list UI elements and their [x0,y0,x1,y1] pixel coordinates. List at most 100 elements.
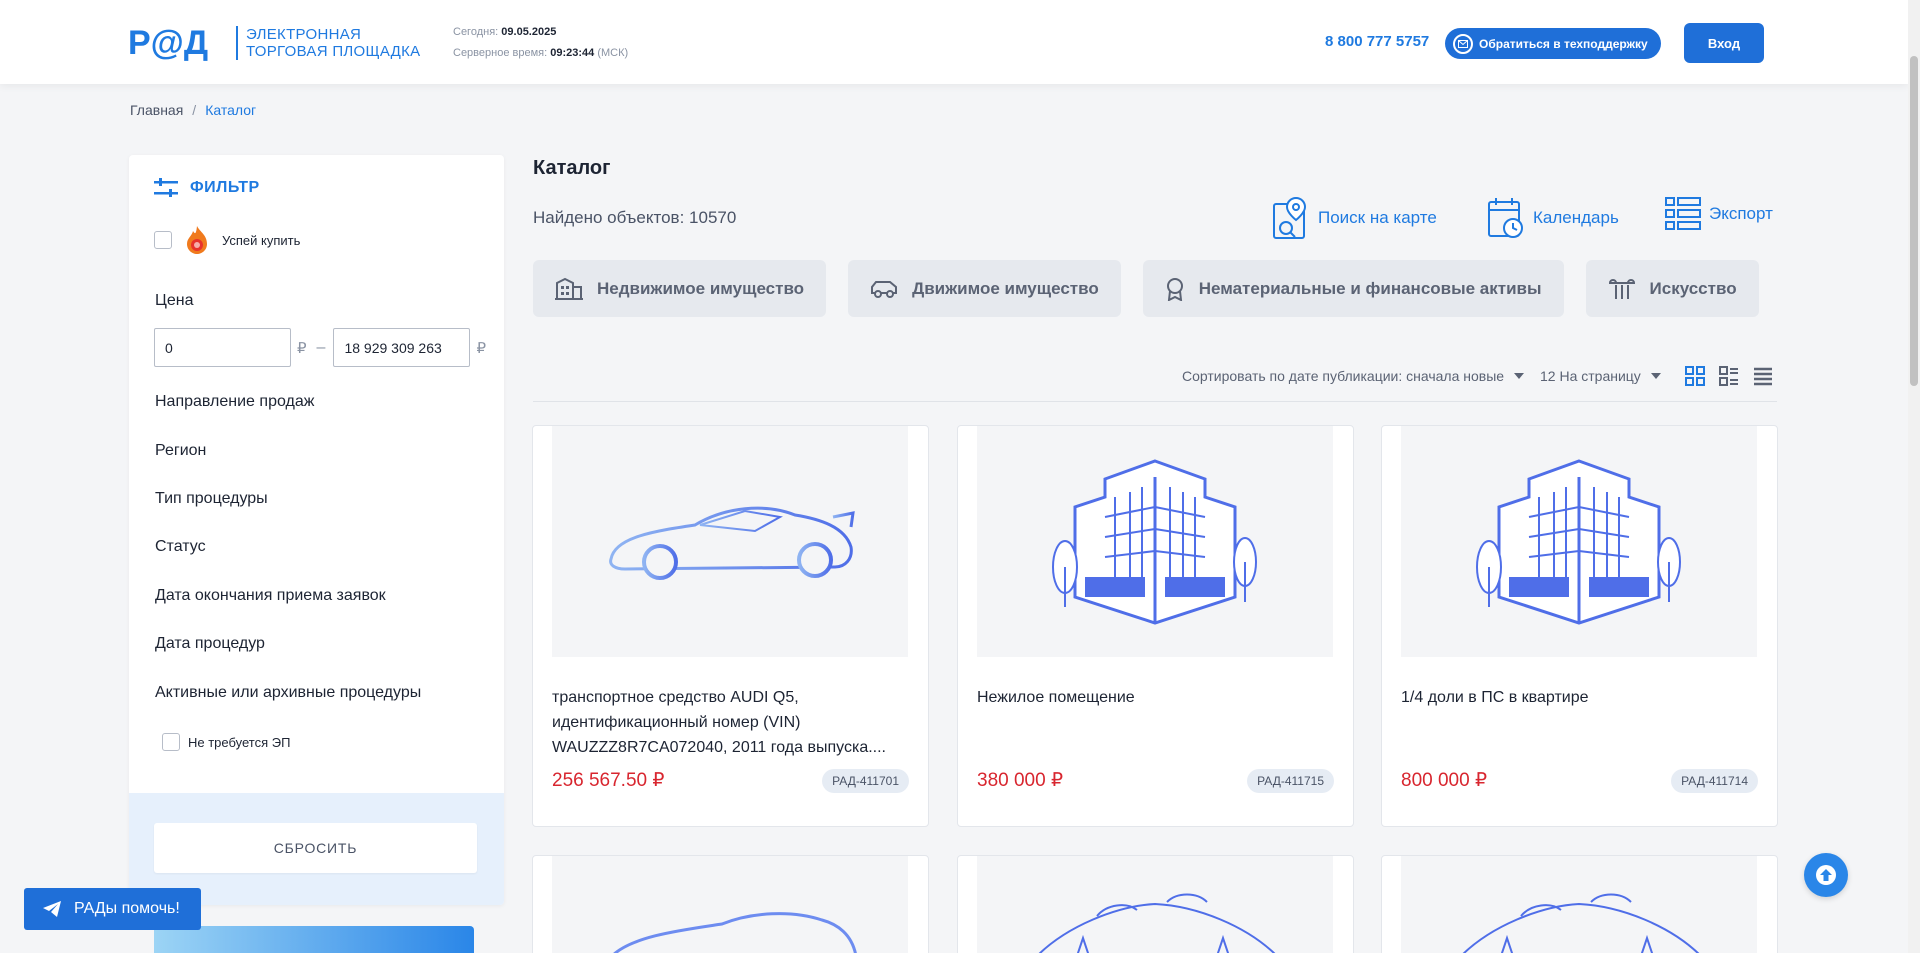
lot-title[interactable]: Нежилое помещение [977,685,1317,710]
chevron-down-icon [1514,373,1525,379]
map-search-link[interactable]: Поиск на карте [1272,196,1437,240]
lot-card[interactable] [1381,855,1778,953]
mail-icon [1453,33,1473,54]
list-export-icon [1665,197,1701,230]
lot-image[interactable] [552,856,908,953]
lot-price: 800 000 ₽ [1401,770,1488,791]
filter-panel: ФИЛЬТР Успей купить Цена 0 ₽ – 18 929 30… [129,155,504,905]
lot-image[interactable] [1401,426,1757,657]
divider [533,401,1777,402]
currency-sign: ₽ [297,339,307,357]
lot-title[interactable]: транспортное средство AUDI Q5, идентифик… [552,685,892,760]
price-from-input[interactable]: 0 [154,328,291,367]
lot-code-badge: РАД-411701 [822,769,909,793]
breadcrumb-home[interactable]: Главная [130,102,183,118]
car-illustration-icon [609,506,855,580]
reset-button[interactable]: СБРОСИТЬ [154,823,477,873]
no-ep-checkbox-row[interactable]: Не требуется ЭП [154,733,290,751]
per-page-label: 12 На страницу [1540,368,1641,384]
today-value: 09.05.2025 [501,26,557,38]
lot-code-badge: РАД-411714 [1671,769,1758,793]
timezone: (МСК) [597,47,629,59]
export-link[interactable]: Экспорт [1665,196,1773,232]
category-movable[interactable]: Движимое имущество [848,260,1121,317]
per-page-select[interactable]: 12 На страницу [1540,368,1661,384]
lot-card[interactable]: Нежилое помещение 380 000 ₽ РАД-411715 [957,425,1354,827]
lot-price: 380 000 ₽ [977,770,1064,791]
filter-title: ФИЛЬТР [154,178,260,198]
scroll-to-top-button[interactable] [1804,853,1848,897]
rad-logo-icon: Р@Д [128,24,208,62]
filter-status[interactable]: Статус [155,538,206,556]
lot-image[interactable] [977,426,1333,657]
arrow-up-icon [1816,865,1836,885]
hurry-checkbox-row[interactable]: Успей купить [154,225,300,255]
grid-view-icon[interactable] [1685,366,1705,391]
lot-card[interactable]: транспортное средство AUDI Q5, идентифик… [532,425,929,827]
found-count: Найдено объектов: 10570 [533,208,737,227]
today-label: Сегодня: [453,26,499,38]
price-label: Цена [155,292,194,309]
lot-card[interactable]: 1/4 доли в ПС в квартире 800 000 ₽ РАД-4… [1381,425,1778,827]
calendar-link[interactable]: Календарь [1487,196,1619,240]
support-label: Обратиться в техподдержку [1479,36,1648,51]
login-button[interactable]: Вход [1684,23,1764,63]
sliders-icon [154,178,178,197]
column-icon [1608,278,1635,299]
site-header: Р@Д ЭЛЕКТРОННАЯ ТОРГОВАЯ ПЛОЩАДКА Сегодн… [0,0,1908,84]
lot-card[interactable] [957,855,1354,953]
landscape-illustration-icon [1038,893,1276,953]
filter-procedure-date[interactable]: Дата процедур [155,635,265,653]
car-icon [871,280,898,298]
server-time-value: 09:23:44 [550,47,595,59]
category-label: Нематериальные и финансовые активы [1198,278,1542,298]
filter-application-end-date[interactable]: Дата окончания приема заявок [155,587,386,605]
category-label: Движимое имущество [912,278,1099,298]
sort-select[interactable]: Сортировать по дате публикации: сначала … [1182,368,1525,384]
category-art[interactable]: Искусство [1585,260,1759,317]
view-switcher [1685,366,1787,391]
category-tabs: Недвижимое имущество Движимое имущество … [533,260,1781,317]
lot-price: 256 567.50 ₽ [552,770,665,791]
logo-text-line1: ЭЛЕКТРОННАЯ [246,26,362,43]
logo[interactable]: Р@Д ЭЛЕКТРОННАЯ ТОРГОВАЯ ПЛОЩАДКА [128,24,420,62]
lot-image[interactable] [1401,856,1757,953]
price-to-input[interactable]: 18 929 309 263 [333,328,471,367]
breadcrumb-current[interactable]: Каталог [205,102,256,118]
category-real-estate[interactable]: Недвижимое имущество [533,260,827,317]
filter-active-archive[interactable]: Активные или архивные процедуры [155,684,421,702]
export-label: Экспорт [1709,204,1773,223]
filter-sale-direction[interactable]: Направление продаж [155,393,314,411]
lot-image[interactable] [552,426,908,657]
category-intangible-assets[interactable]: Нематериальные и финансовые активы [1142,260,1564,317]
building-illustration-icon [1476,458,1681,625]
promo-banner[interactable] [154,926,474,953]
sort-label: Сортировать по дате публикации: сначала … [1182,368,1505,384]
filter-region[interactable]: Регион [155,442,206,460]
help-chat-label: РАДы помочь! [74,900,180,917]
lot-image[interactable] [977,856,1333,953]
list-view-icon[interactable] [1753,366,1773,391]
phone-link[interactable]: 8 800 777 5757 [1325,33,1429,50]
page-scrollbar[interactable] [1908,0,1920,953]
help-chat-button[interactable]: РАДы помочь! [24,888,201,930]
page-title: Каталог [533,157,611,179]
svg-text:Р@Д: Р@Д [128,24,208,62]
price-range: 0 ₽ – 18 929 309 263 ₽ [154,328,492,367]
server-info: Сегодня: 09.05.2025 Серверное время: 09:… [453,22,628,64]
car-illustration-icon [613,912,857,953]
support-button[interactable]: Обратиться в техподдержку [1445,28,1661,59]
logo-text-line2: ТОРГОВАЯ ПЛОЩАДКА [246,43,421,60]
tile-list-view-icon[interactable] [1719,366,1739,391]
hurry-checkbox[interactable] [154,231,172,249]
currency-sign: ₽ [476,339,486,357]
no-ep-checkbox[interactable] [162,733,180,751]
lot-card[interactable] [532,855,929,953]
map-pin-icon [1273,196,1307,239]
filter-title-text: ФИЛЬТР [190,179,260,196]
hurry-label: Успей купить [222,232,301,248]
scroll-thumb[interactable] [1910,56,1918,386]
fire-icon [187,226,207,254]
filter-procedure-type[interactable]: Тип процедуры [155,490,268,508]
lot-title[interactable]: 1/4 доли в ПС в квартире [1401,685,1741,710]
